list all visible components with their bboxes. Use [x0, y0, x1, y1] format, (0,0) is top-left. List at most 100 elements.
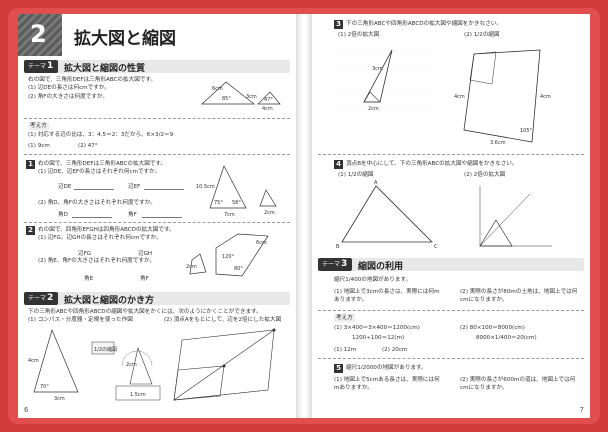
answer-line	[74, 189, 114, 190]
answer-1: (1) 9cm	[28, 143, 50, 149]
fig-label: 7cm	[224, 212, 235, 218]
answer-2: (2) 20cm	[382, 347, 408, 353]
blank-label: 角D	[58, 212, 68, 218]
blank-label: 辺DE	[58, 184, 72, 190]
question-2-number: 2	[26, 226, 35, 235]
answer-explanation: (1) 対応する辺の比は、3：4.5＝2：3だから、6×3/2＝9	[28, 132, 174, 138]
blank-label: 辺FG	[78, 251, 92, 257]
divider	[318, 154, 584, 155]
answer-line	[144, 189, 184, 190]
answer-line	[72, 217, 112, 218]
calc-line: (2) 80×100＝8000(cm)	[460, 325, 525, 331]
question-5-sub-1: (1) 地図上で5cmある長さは、実際には何mありますか。	[334, 377, 440, 392]
fig-label: 6cm	[212, 86, 223, 92]
fig-label: 70°	[40, 384, 49, 390]
fig-label: 2cm	[186, 264, 197, 270]
question-2-figure: 6cm 2cm 120° 80°	[186, 233, 269, 277]
question-3-number: 3	[334, 20, 343, 29]
page-number: 7	[579, 406, 584, 414]
fig-label: 2cm	[368, 106, 379, 112]
theme-tag: テーマ2	[24, 292, 58, 305]
blank-label: 辺EF	[128, 184, 141, 190]
theme-1-text: 右の図で、三角形DEFは三角形ABCの拡大図です。 (1) 辺DEの長さは何cm…	[28, 77, 157, 100]
theme-2-figure-1: 4cm 70° 1/2の縮図 2cm 3cm 1.5cm	[28, 328, 161, 402]
divider	[24, 222, 290, 223]
divider	[318, 310, 584, 311]
question-4-figure-2	[479, 186, 552, 247]
answer-label: 考え方	[28, 122, 49, 131]
divider	[24, 154, 290, 155]
calc-line: 1200÷100＝12(m)	[352, 335, 405, 341]
chapter-number: 2	[30, 20, 47, 48]
theme-3-title: 縮図の利用	[358, 262, 404, 272]
fig-label: 4cm	[540, 94, 551, 100]
theme-3-header: テーマ3 縮図の利用	[318, 258, 584, 272]
calc-line: (1) 3×400＝3×400＝1200(cm)	[334, 325, 420, 331]
theme-2-method-2: (2) 頂点Aをもとにして、辺を2倍にした拡大図	[164, 317, 282, 323]
fig-label: 3.6cm	[490, 140, 506, 146]
answer-label: 考え方	[334, 314, 355, 323]
fig-label: 105°	[520, 128, 533, 134]
theme-1-header: テーマ1 拡大図と縮図の性質	[24, 60, 290, 74]
theme-2-title: 拡大図と縮図のかき方	[64, 296, 155, 306]
blank-label: 辺GH	[138, 251, 153, 257]
theme-2-figure-2	[173, 328, 276, 401]
fig-label: 2cm	[126, 362, 137, 368]
fig-label: 3cm	[246, 94, 257, 100]
left-page: 2 拡大図と縮図 テーマ1 拡大図と縮図の性質 右の図で、三角形DEFは三角形A…	[18, 14, 296, 418]
fig-label: 4cm	[262, 106, 273, 112]
question-5-sub-2: (2) 実際の長さが600mの道は、地図上では何cmになりますか。	[460, 377, 576, 392]
fig-label: 47°	[264, 97, 273, 103]
vertex-label: C	[434, 244, 438, 250]
question-3-figure-1: 3cm 2cm	[332, 49, 432, 112]
fig-label: 85°	[222, 96, 231, 102]
question-3-sub-1: (1) 2倍の拡大図	[338, 32, 380, 38]
chapter-badge: 2	[18, 14, 62, 56]
question-1-figure: 10.5cm 75° 58° 7cm 2cm	[196, 165, 277, 218]
vertex-label: B	[336, 244, 340, 250]
fig-label: 80°	[234, 266, 243, 272]
fig-label: 1.5cm	[130, 392, 146, 398]
fig-label: 120°	[222, 254, 235, 260]
question-3-figure-2: 4cm 4cm 3.6cm 105°	[454, 49, 551, 146]
fig-label: 58°	[232, 200, 241, 206]
divider	[318, 358, 584, 359]
book-gutter	[296, 14, 312, 418]
blank-label: 角F	[140, 276, 149, 282]
question-3-text: 下の三角形ABCや四角形ABCDの拡大図や縮図をかきなさい。	[346, 21, 502, 27]
calc-line: 8000×1/400＝20(cm)	[476, 335, 537, 341]
theme-3-q1: (1) 地図上で3cmの長さは、実際には何mありますか。	[334, 289, 440, 304]
fig-label: 4cm	[454, 94, 465, 100]
question-4-sub-2: (2) 2倍の拡大図	[464, 172, 506, 178]
question-4-number: 4	[334, 160, 343, 169]
fig-label: 1/2の縮図	[94, 346, 117, 353]
chapter-title: 拡大図と縮図	[74, 29, 176, 49]
fig-label: 75°	[214, 200, 223, 206]
fig-label: 3cm	[372, 66, 383, 72]
page-number: 6	[24, 406, 29, 414]
answer-line	[142, 217, 182, 218]
blank-label: 角E	[84, 276, 94, 282]
question-4-sub-1: (1) 1/2の縮図	[338, 172, 374, 178]
fig-label: 6cm	[256, 240, 267, 246]
question-3-sub-2: (2) 1/2の縮図	[464, 32, 500, 38]
fig-label: 10.5cm	[196, 184, 215, 190]
theme-tag: テーマ1	[24, 60, 58, 73]
blank-label: 角F	[128, 212, 137, 218]
theme-tag: テーマ3	[318, 258, 352, 271]
question-5-number: 5	[334, 364, 343, 373]
answer-2: (2) 47°	[78, 143, 98, 149]
right-page: 3 下の三角形ABCや四角形ABCDの拡大図や縮図をかきなさい。 (1) 2倍の…	[312, 14, 590, 418]
fig-label: 4cm	[28, 358, 39, 364]
question-4-text: 頂点Bを中心にして、下の三角形ABCの拡大図や縮図をかきなさい。	[346, 161, 518, 167]
question-5-text: 縮尺1/2000の地図があります。	[346, 365, 427, 371]
question-1-number: 1	[26, 160, 35, 169]
theme-2-header: テーマ2 拡大図と縮図のかき方	[24, 292, 290, 306]
theme-2-method-1: (1) コンパス・分度器・定規を使った作図	[28, 317, 133, 323]
answer-1: (1) 12m	[334, 347, 357, 353]
divider	[24, 118, 290, 119]
fig-label: 3cm	[54, 396, 65, 402]
theme-1-figure: 6cm 85° 3cm 47° 4cm	[201, 81, 281, 112]
fig-label: 2cm	[264, 210, 275, 216]
theme-1-title: 拡大図と縮図の性質	[64, 64, 146, 74]
